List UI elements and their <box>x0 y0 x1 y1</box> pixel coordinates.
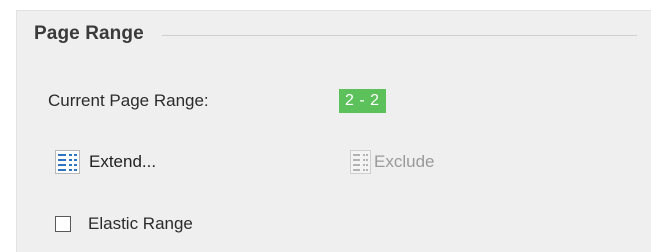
group-header: Page Range <box>34 21 637 47</box>
current-range-label-row: Current Page Range: <box>48 91 209 111</box>
current-range-label: Current Page Range: <box>48 91 209 110</box>
range-list-disabled-icon <box>350 149 374 175</box>
exclude-row: Exclude <box>350 149 434 175</box>
elastic-range-label: Elastic Range <box>88 214 193 233</box>
current-range-badge: 2 - 2 <box>339 89 386 113</box>
current-range-value-row: 2 - 2 <box>339 89 386 113</box>
exclude-button[interactable]: Exclude <box>350 149 434 175</box>
elastic-row: Elastic Range <box>55 214 193 234</box>
extend-button[interactable]: Extend... <box>55 149 156 175</box>
range-list-icon <box>55 149 89 175</box>
group-title: Page Range <box>34 23 144 44</box>
extend-row: Extend... <box>55 149 156 175</box>
extend-label: Extend... <box>89 152 157 171</box>
group-divider <box>161 34 637 36</box>
page-range-panel: Page Range Current Page Range: 2 - 2 Ext… <box>16 10 651 252</box>
elastic-range-checkbox[interactable] <box>55 216 71 232</box>
exclude-label: Exclude <box>374 152 435 171</box>
